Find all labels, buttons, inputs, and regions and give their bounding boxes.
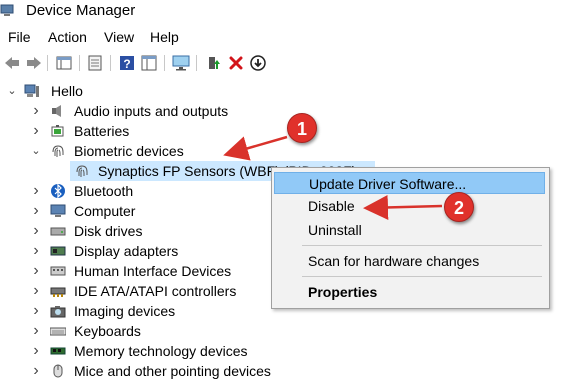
chevron-right-icon[interactable]: ›	[30, 121, 42, 141]
arrow-to-biometric	[223, 135, 288, 161]
fingerprint-icon	[76, 165, 88, 177]
svg-text:?: ?	[123, 57, 130, 71]
toolbar-separator	[196, 55, 197, 71]
mouse-icon	[53, 364, 63, 378]
tree-item-label: Human Interface Devices	[74, 263, 232, 279]
chevron-down-icon[interactable]: ⌄	[30, 141, 42, 161]
title-bar: Device Manager	[0, 0, 573, 24]
tree-item-label: Mice and other pointing devices	[74, 363, 271, 379]
tree-item-label: IDE ATA/ATAPI controllers	[74, 283, 237, 299]
console-tree-icon[interactable]	[140, 54, 158, 72]
chevron-down-icon[interactable]: ⌄	[6, 81, 18, 101]
tree-item-label: Biometric devices	[74, 143, 184, 159]
scan-label: Scan for hardware changes	[308, 253, 480, 269]
disable-label: Disable	[308, 198, 355, 214]
chevron-right-icon[interactable]: ›	[30, 261, 42, 281]
display-adapter-icon	[50, 246, 66, 256]
tree-root-label: Hello	[51, 83, 83, 99]
tree-item-label: Bluetooth	[74, 183, 134, 199]
update-driver-label: Update Driver Software...	[309, 176, 467, 192]
menu-separator	[302, 245, 542, 246]
computer-icon	[24, 84, 39, 97]
bluetooth-icon	[51, 184, 65, 198]
toolbar: ?	[0, 50, 573, 76]
menu-help[interactable]: Help	[150, 28, 179, 46]
tree-item-label: Computer	[74, 203, 136, 219]
keyboard-icon	[50, 327, 66, 336]
tree-item-label: Keyboards	[74, 323, 141, 339]
chevron-right-icon[interactable]: ›	[30, 201, 42, 221]
help-icon[interactable]: ?	[118, 54, 136, 72]
callout-badge-1: 1	[287, 113, 317, 143]
battery-icon	[51, 125, 64, 137]
toolbar-separator	[164, 55, 165, 71]
toolbar-separator	[79, 55, 80, 71]
computer-icon	[50, 204, 66, 217]
chevron-right-icon[interactable]: ›	[30, 181, 42, 201]
window-title: Device Manager	[26, 2, 136, 19]
ide-controller-icon	[50, 287, 66, 297]
uninstall-label: Uninstall	[308, 222, 362, 238]
scan-monitor-icon[interactable]	[172, 54, 190, 72]
chevron-right-icon[interactable]: ›	[30, 361, 42, 381]
menu-separator	[302, 276, 542, 277]
menu-file[interactable]: File	[8, 28, 31, 46]
menu-item-scan[interactable]: Scan for hardware changes	[274, 250, 545, 272]
fingerprint-icon	[52, 145, 64, 157]
hid-icon	[50, 266, 66, 276]
tree-item-label: Imaging devices	[74, 303, 176, 319]
tree-item-label: Batteries	[74, 123, 130, 139]
chevron-right-icon[interactable]: ›	[30, 241, 42, 261]
menu-action[interactable]: Action	[48, 28, 87, 46]
chevron-right-icon[interactable]: ›	[30, 221, 42, 241]
device-manager-icon	[0, 4, 14, 16]
properties-grid-icon[interactable]	[55, 54, 73, 72]
tree-item-label: Audio inputs and outputs	[74, 103, 229, 119]
chevron-right-icon[interactable]: ›	[30, 281, 42, 301]
menu-view[interactable]: View	[104, 28, 134, 46]
update-driver-icon[interactable]	[204, 54, 222, 72]
menu-item-uninstall[interactable]: Uninstall	[274, 219, 545, 241]
menu-item-properties[interactable]: Properties	[274, 281, 545, 303]
disable-download-icon[interactable]	[249, 54, 267, 72]
menu-bar: File Action View Help	[0, 25, 573, 49]
callout-badge-2: 2	[444, 192, 474, 222]
toolbar-separator	[110, 55, 111, 71]
speaker-icon	[52, 105, 61, 117]
tree-item-label: Memory technology devices	[74, 343, 248, 359]
memory-icon	[50, 347, 66, 355]
forward-icon[interactable]	[25, 54, 43, 72]
properties-label: Properties	[308, 284, 378, 300]
chevron-right-icon[interactable]: ›	[30, 341, 42, 361]
disk-drive-icon	[50, 227, 66, 236]
tree-item-label: Display adapters	[74, 243, 179, 259]
menu-item-disable[interactable]: Disable	[274, 195, 545, 217]
show-hidden-icon[interactable]	[86, 54, 104, 72]
chevron-right-icon[interactable]: ›	[30, 301, 42, 321]
context-menu: Update Driver Software... Disable Uninst…	[271, 167, 550, 309]
menu-item-update-driver[interactable]: Update Driver Software...	[274, 172, 545, 194]
tree-item-label: Disk drives	[74, 223, 143, 239]
chevron-right-icon[interactable]: ›	[30, 321, 42, 341]
tree-root[interactable]: ⌄ Hello	[0, 81, 573, 101]
chevron-right-icon[interactable]: ›	[30, 101, 42, 121]
camera-icon	[50, 306, 66, 318]
toolbar-separator	[47, 55, 48, 71]
back-icon[interactable]	[3, 54, 21, 72]
uninstall-x-icon[interactable]	[227, 54, 245, 72]
